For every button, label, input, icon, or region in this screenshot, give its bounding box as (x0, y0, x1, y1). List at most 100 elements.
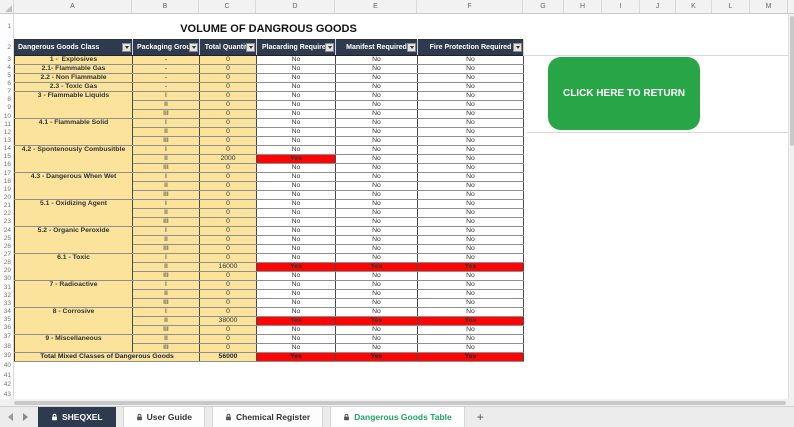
cell-total-quantity[interactable]: 0 (200, 110, 257, 119)
cell-total-quantity[interactable]: 0 (200, 299, 257, 308)
row-header-9[interactable]: 9 (0, 104, 11, 112)
filter-dropdown-button[interactable] (246, 43, 255, 52)
cell-class[interactable]: 7 - Radioactive (15, 281, 133, 308)
cell-packaging-group[interactable]: I (133, 173, 200, 182)
row-header-13[interactable]: 13 (0, 136, 11, 144)
filter-dropdown-button[interactable] (325, 43, 334, 52)
cell-placarding[interactable]: No (257, 254, 336, 263)
cell-manifest[interactable]: No (336, 308, 418, 317)
cell-manifest[interactable]: No (336, 218, 418, 227)
cell-manifest[interactable]: No (336, 65, 418, 74)
cell-total-quantity[interactable]: 0 (200, 236, 257, 245)
cell-fire-protection[interactable]: No (418, 119, 524, 128)
cell-manifest[interactable]: No (336, 128, 418, 137)
cell-placarding[interactable]: No (257, 200, 336, 209)
row-header-15[interactable]: 15 (0, 153, 11, 161)
cell-manifest[interactable]: No (336, 74, 418, 83)
cell-fire-protection[interactable]: No (418, 191, 524, 200)
cell-fire-protection[interactable]: No (418, 182, 524, 191)
cell-total-quantity[interactable]: 0 (200, 254, 257, 263)
cell-manifest[interactable]: No (336, 245, 418, 254)
row-header-7[interactable]: 7 (0, 88, 11, 96)
row-header-28[interactable]: 28 (0, 259, 11, 267)
cell-manifest[interactable]: No (336, 119, 418, 128)
cell-manifest[interactable]: No (336, 101, 418, 110)
cell-placarding[interactable]: Yes (257, 353, 336, 362)
row-header-42[interactable]: 42 (0, 380, 11, 390)
row-header-21[interactable]: 21 (0, 202, 11, 210)
cell-placarding[interactable]: No (257, 290, 336, 299)
row-header-38[interactable]: 38 (0, 341, 11, 351)
cell-fire-protection[interactable]: No (418, 245, 524, 254)
row-header-29[interactable]: 29 (0, 267, 11, 275)
cell-manifest[interactable]: No (336, 182, 418, 191)
cell-packaging-group[interactable]: I (133, 119, 200, 128)
column-header-E[interactable]: E (335, 0, 417, 13)
cell-manifest[interactable]: No (336, 92, 418, 101)
cell-total-quantity[interactable]: 0 (200, 83, 257, 92)
cell-packaging-group[interactable]: I (133, 281, 200, 290)
cell-packaging-group[interactable]: III (133, 299, 200, 308)
cell-manifest[interactable]: No (336, 281, 418, 290)
row-header-1[interactable]: 1 (0, 14, 11, 39)
horizontal-scrollbar[interactable] (0, 399, 794, 406)
cell-total-quantity[interactable]: 0 (200, 92, 257, 101)
cell-total-quantity[interactable]: 0 (200, 191, 257, 200)
cell-placarding[interactable]: No (257, 137, 336, 146)
cell-packaging-group[interactable]: II (133, 182, 200, 191)
column-header-I[interactable]: I (602, 0, 640, 13)
cell-fire-protection[interactable]: No (418, 74, 524, 83)
cell-placarding[interactable]: Yes (257, 155, 336, 164)
cell-manifest[interactable]: Yes (336, 263, 418, 272)
cell-packaging-group[interactable]: III (133, 272, 200, 281)
cell-total-quantity[interactable]: 56000 (200, 353, 257, 362)
row-header-26[interactable]: 26 (0, 242, 11, 250)
row-header-12[interactable]: 12 (0, 128, 11, 136)
cell-packaging-group[interactable]: II (133, 128, 200, 137)
cell-fire-protection[interactable]: No (418, 281, 524, 290)
row-header-18[interactable]: 18 (0, 177, 11, 185)
cell-total-quantity[interactable]: 0 (200, 65, 257, 74)
cell-fire-protection[interactable]: Yes (418, 263, 524, 272)
cell-manifest[interactable]: No (336, 110, 418, 119)
cell-class[interactable]: 4.2 - Spontenously Combusitble (15, 146, 133, 173)
cell-manifest[interactable]: No (336, 236, 418, 245)
column-header-C[interactable]: C (199, 0, 256, 13)
row-header-23[interactable]: 23 (0, 218, 11, 226)
cell-fire-protection[interactable]: Yes (418, 353, 524, 362)
cell-packaging-group[interactable]: II (133, 263, 200, 272)
cell-packaging-group[interactable]: - (133, 56, 200, 65)
cell-class[interactable]: 9 - Miscellaneous (15, 335, 133, 353)
cell-total-quantity[interactable]: 0 (200, 335, 257, 344)
sheet-tab-user-guide[interactable]: User Guide (123, 407, 205, 427)
cell-packaging-group[interactable]: II (133, 290, 200, 299)
cell-manifest[interactable]: No (336, 173, 418, 182)
column-header-J[interactable]: J (640, 0, 676, 13)
cell-packaging-group[interactable]: II (133, 236, 200, 245)
cell-placarding[interactable]: No (257, 299, 336, 308)
cell-manifest[interactable]: No (336, 290, 418, 299)
row-header-6[interactable]: 6 (0, 79, 11, 87)
cell-fire-protection[interactable]: No (418, 299, 524, 308)
cell-total-quantity[interactable]: 0 (200, 74, 257, 83)
cell-class[interactable]: 2.1- Flammable Gas (15, 65, 133, 74)
row-header-2[interactable]: 2 (0, 39, 11, 55)
row-header-19[interactable]: 19 (0, 185, 11, 193)
cell-fire-protection[interactable]: No (418, 254, 524, 263)
cell-total-quantity[interactable]: 0 (200, 146, 257, 155)
cell-total-quantity[interactable]: 16000 (200, 263, 257, 272)
row-header-40[interactable]: 40 (0, 361, 11, 371)
cell-placarding[interactable]: No (257, 74, 336, 83)
row-header-39[interactable]: 39 (0, 351, 11, 361)
cell-packaging-group[interactable]: III (133, 218, 200, 227)
cell-class[interactable]: Total Mixed Classes of Dangerous Goods (15, 353, 200, 362)
cell-manifest[interactable]: No (336, 200, 418, 209)
cell-packaging-group[interactable]: II (133, 209, 200, 218)
cell-placarding[interactable]: No (257, 191, 336, 200)
cell-placarding[interactable]: No (257, 218, 336, 227)
table-column-header[interactable]: Manifest Required (336, 40, 418, 56)
cell-packaging-group[interactable]: II (133, 101, 200, 110)
cell-total-quantity[interactable]: 0 (200, 200, 257, 209)
row-header-25[interactable]: 25 (0, 234, 11, 242)
row-header-35[interactable]: 35 (0, 316, 11, 324)
